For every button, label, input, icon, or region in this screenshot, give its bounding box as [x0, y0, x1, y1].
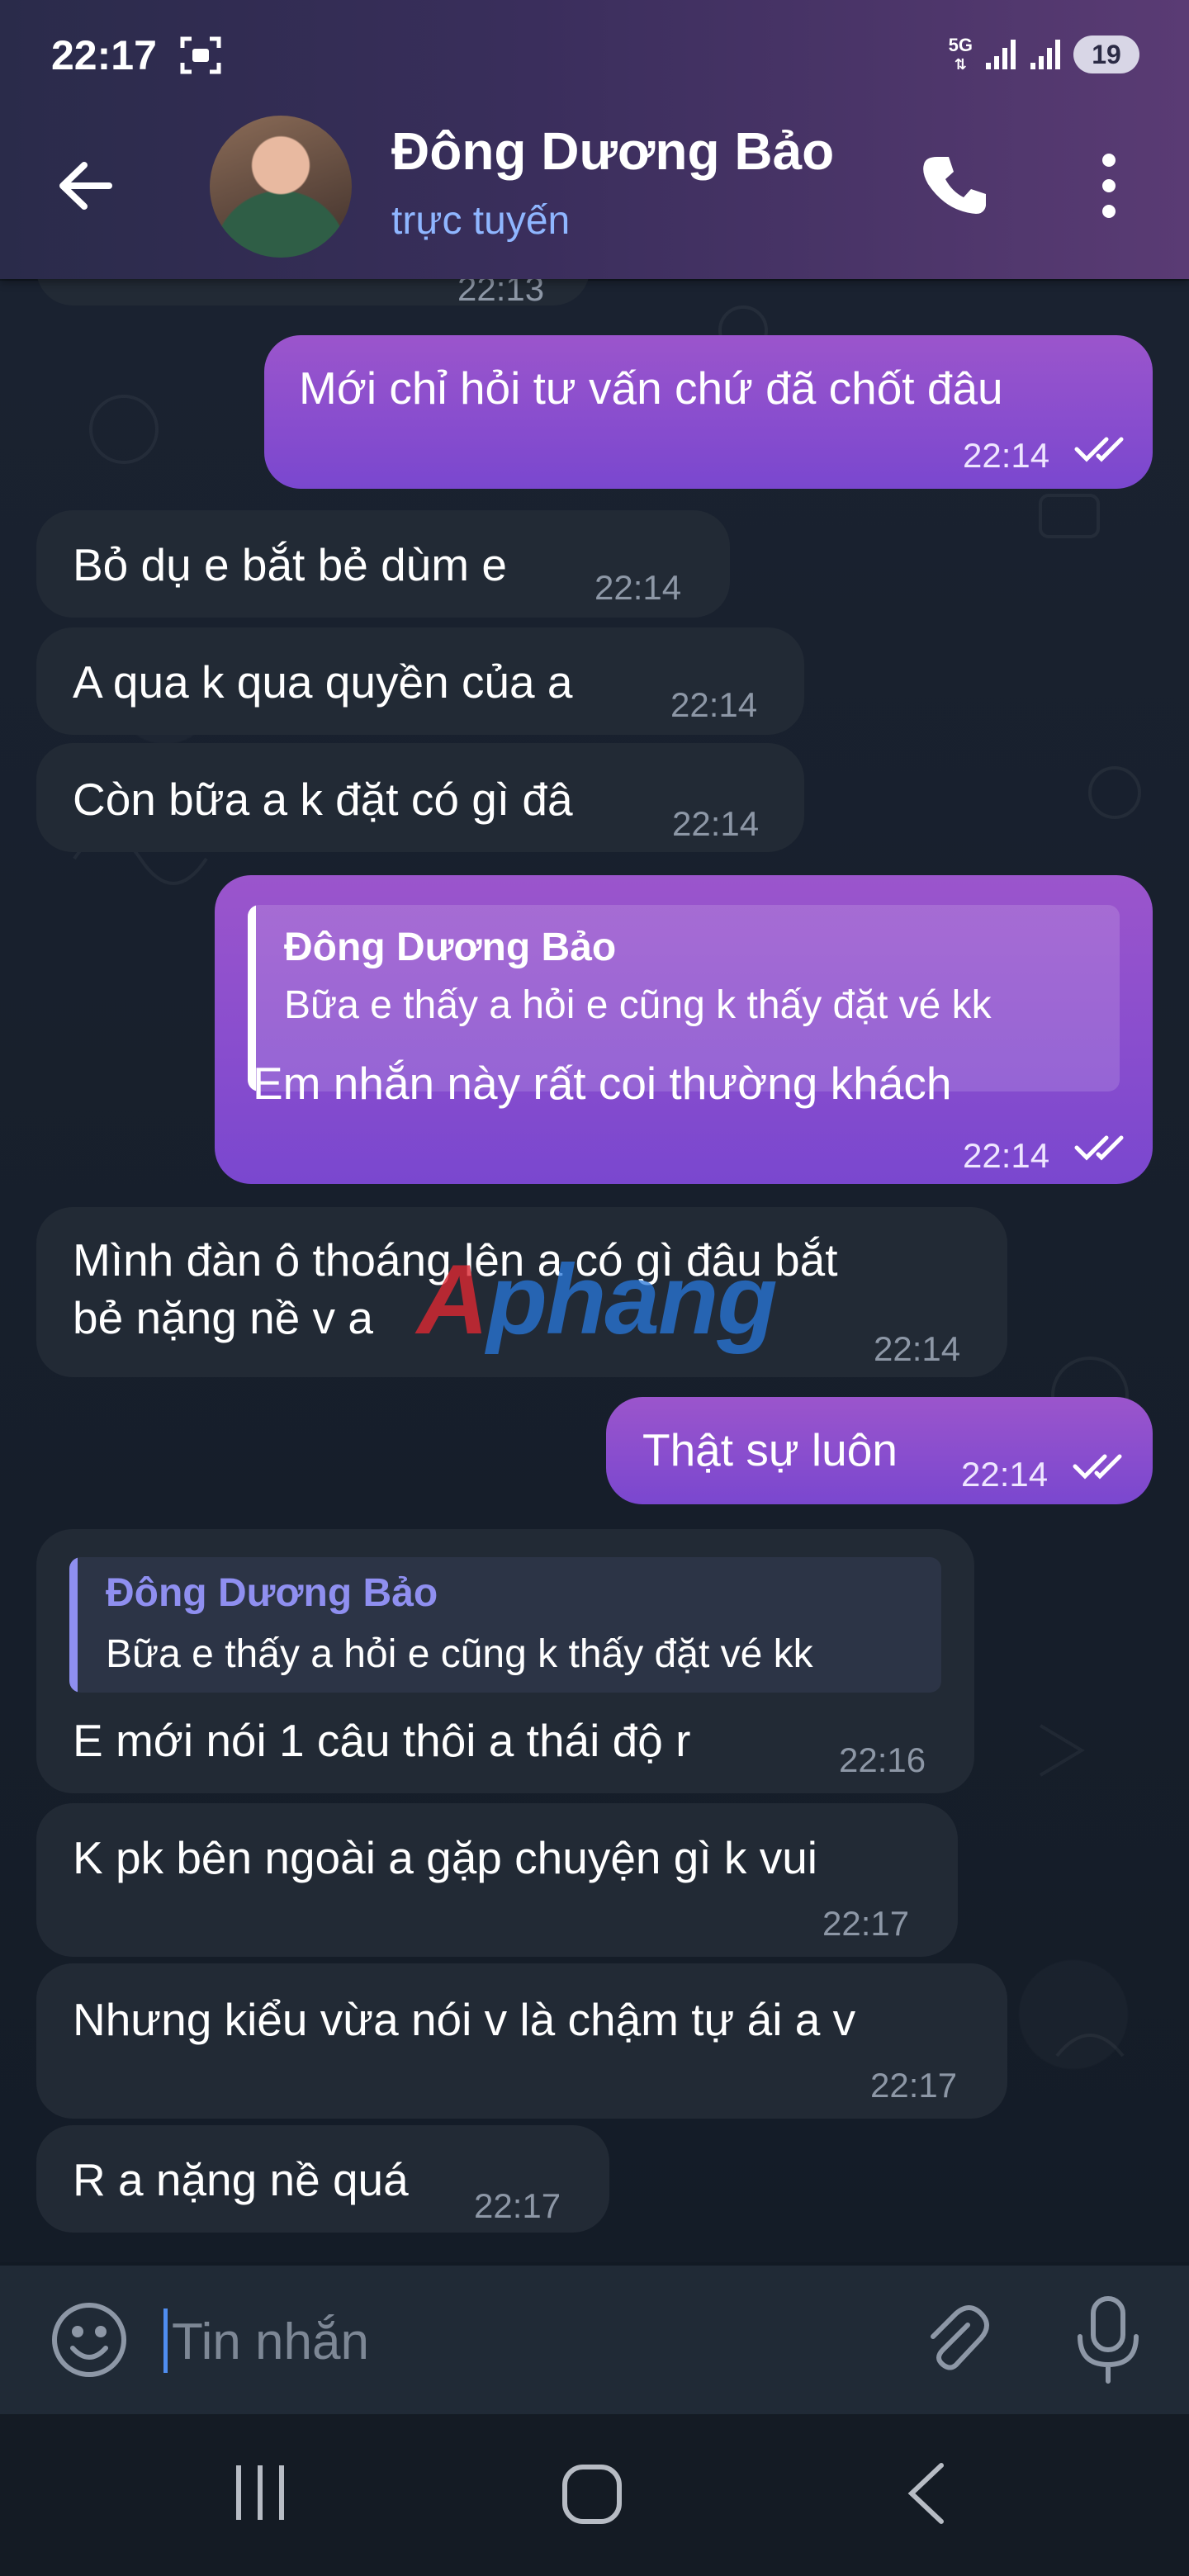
message-text: Bỏ dụ e bắt bẻ dùm e: [73, 539, 507, 590]
double-check-icon: [1074, 437, 1124, 462]
text-cursor: [163, 2308, 168, 2373]
message-bubble-incoming[interactable]: Nhưng kiểu vừa nói v là chậm tự ái a v 2…: [36, 1963, 1007, 2119]
contact-name[interactable]: Đông Dương Bảo: [391, 121, 834, 182]
message-time: 22:14: [670, 685, 758, 724]
message-text: Nhưng kiểu vừa nói v là chậm tự ái a v: [73, 1994, 856, 2045]
message-bubble-outgoing[interactable]: Đông Dương Bảo Bữa e thấy a hỏi e cũng k…: [215, 875, 1153, 1184]
message-time: 22:14: [961, 1455, 1049, 1494]
message-time: 22:14: [672, 804, 760, 843]
screenshot-icon: [180, 36, 221, 74]
status-icons: 5G ⇅ 19: [949, 31, 1139, 78]
signal-icon-2: [1030, 40, 1060, 69]
message-text: Còn bữa a k đặt có gì đâ: [73, 774, 573, 825]
signal-icon: [986, 40, 1016, 69]
message-text: E mới nói 1 câu thôi a thái độ r: [73, 1715, 691, 1766]
message-time: 22:17: [870, 2066, 958, 2105]
message-input[interactable]: [170, 2304, 834, 2379]
system-navigation-bar: [0, 2414, 1189, 2576]
message-time: 22:14: [594, 568, 682, 607]
more-vertical-icon[interactable]: [1090, 149, 1128, 223]
message-text: R a nặng nề quá: [73, 2154, 409, 2205]
status-time: 22:17: [51, 32, 157, 78]
message-time: 22:14: [963, 1136, 1050, 1175]
emoji-icon[interactable]: [50, 2300, 129, 2379]
chat-header: 22:17 5G ⇅ 19 Đông Dương Bảo trực tuyến: [0, 0, 1189, 279]
arrow-left-icon[interactable]: [50, 149, 124, 223]
message-bubble-incoming[interactable]: R a nặng nề quá 22:17: [36, 2125, 609, 2233]
reply-quote[interactable]: Đông Dương Bảo Bữa e thấy a hỏi e cũng k…: [69, 1557, 941, 1693]
message-text: Em nhắn này rất coi thường khách: [253, 1058, 952, 1109]
phone-icon[interactable]: [917, 149, 991, 223]
network-5g-icon: 5G ⇅: [948, 34, 973, 73]
microphone-icon[interactable]: [1073, 2295, 1143, 2384]
quote-text: Bữa e thấy a hỏi e cũng k thấy đặt vé kk: [106, 1632, 813, 1676]
recent-apps-icon[interactable]: [233, 2464, 287, 2522]
message-time: 22:17: [474, 2186, 561, 2225]
message-bubble-incoming[interactable]: A qua k qua quyền của a 22:14: [36, 627, 804, 735]
quote-author: Đông Dương Bảo: [106, 1571, 438, 1615]
quote-text: Bữa e thấy a hỏi e cũng k thấy đặt vé kk: [284, 983, 992, 1027]
message-text: A qua k qua quyền của a: [73, 656, 573, 708]
quote-bar: [69, 1557, 78, 1693]
message-text: K pk bên ngoài a gặp chuyện gì k vui: [73, 1832, 818, 1883]
message-text-line-2: bẻ nặng nề v a: [73, 1292, 373, 1343]
avatar[interactable]: [210, 116, 352, 258]
double-check-icon: [1074, 1135, 1124, 1161]
message-time: 22:17: [822, 1904, 910, 1943]
back-nav-icon[interactable]: [905, 2460, 946, 2526]
message-bubble-outgoing[interactable]: Thật sự luôn 22:14: [606, 1397, 1153, 1504]
message-time: 22:14: [874, 1329, 961, 1368]
message-text: Mới chỉ hỏi tư vấn chứ đã chốt đâu: [299, 362, 1003, 414]
watermark-logo: Aphang: [417, 1244, 778, 1355]
home-icon[interactable]: [561, 2464, 623, 2525]
quote-author: Đông Dương Bảo: [284, 926, 617, 969]
battery-indicator: 19: [1073, 36, 1139, 73]
message-bubble-incoming[interactable]: Còn bữa a k đặt có gì đâ 22:14: [36, 743, 804, 852]
message-composer: [0, 2266, 1189, 2414]
message-bubble-incoming[interactable]: Bỏ dụ e bắt bẻ dùm e 22:14: [36, 510, 730, 618]
message-time: 22:16: [839, 1740, 926, 1779]
message-bubble-incoming[interactable]: Đông Dương Bảo Bữa e thấy a hỏi e cũng k…: [36, 1529, 974, 1793]
paperclip-icon[interactable]: [917, 2300, 996, 2379]
double-check-icon: [1073, 1454, 1122, 1480]
message-bubble-incoming[interactable]: K pk bên ngoài a gặp chuyện gì k vui 22:…: [36, 1803, 958, 1957]
message-text: Thật sự luôn: [642, 1424, 898, 1475]
contact-status: trực tuyến: [391, 199, 571, 243]
message-bubble-outgoing[interactable]: Mới chỉ hỏi tư vấn chứ đã chốt đâu 22:14: [264, 335, 1153, 489]
message-time: 22:14: [963, 436, 1050, 475]
